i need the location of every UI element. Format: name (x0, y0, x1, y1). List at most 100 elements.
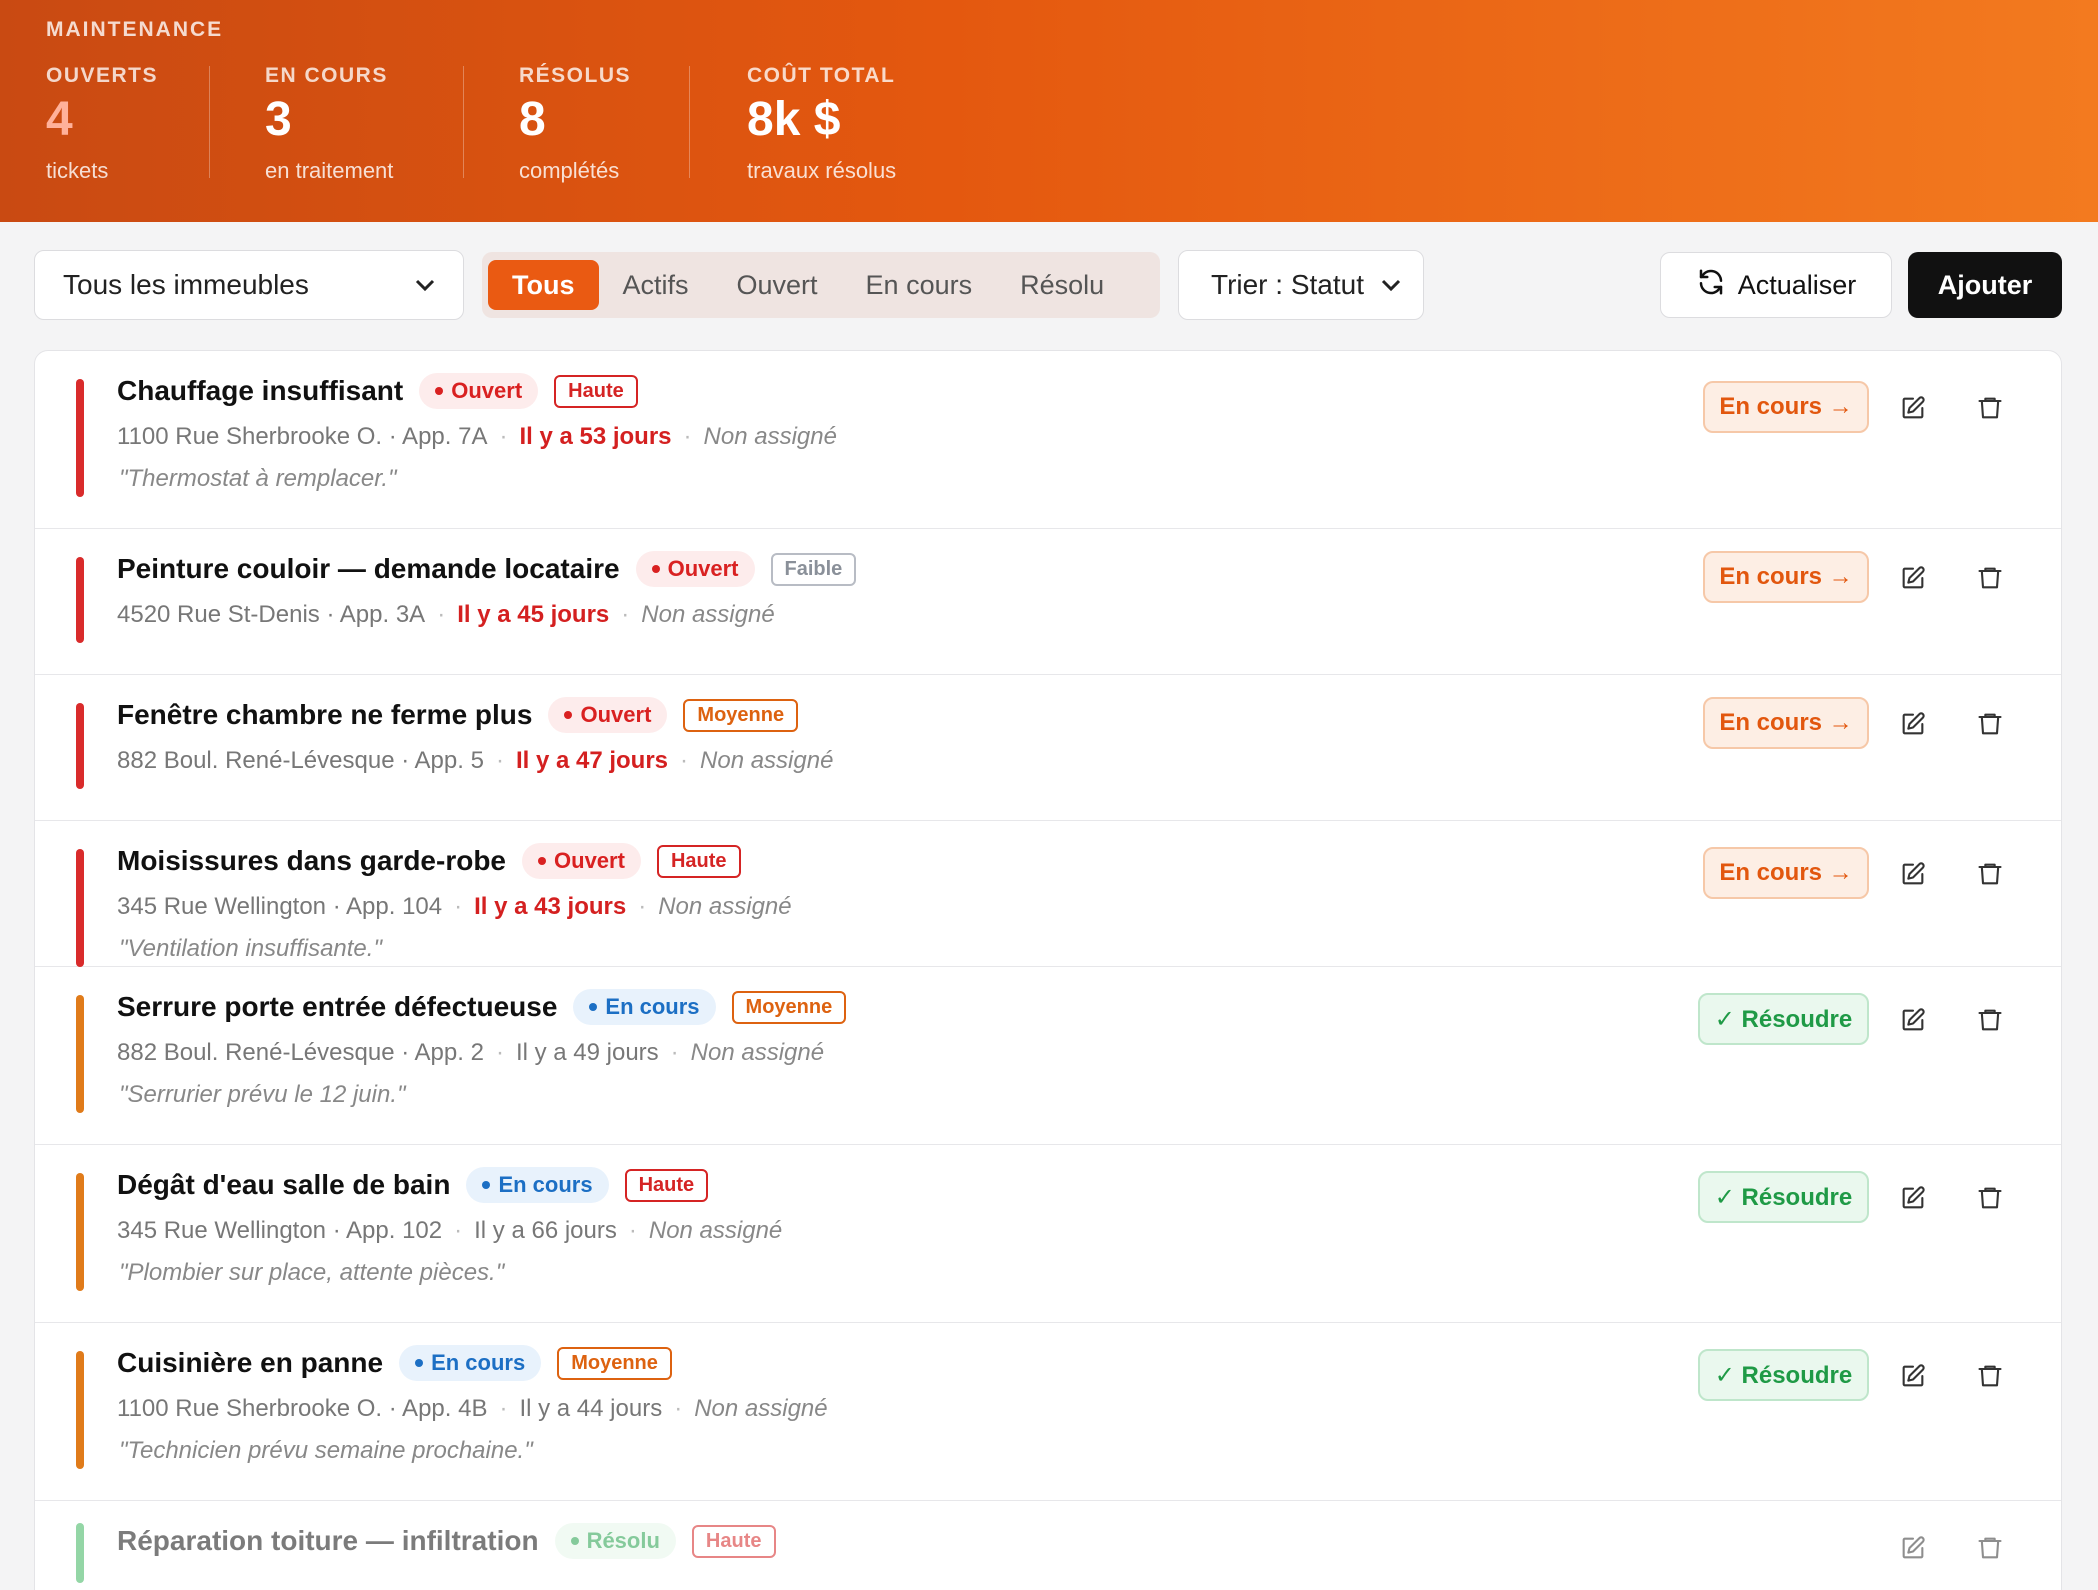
trash-icon[interactable] (1973, 1531, 2007, 1565)
trash-icon[interactable] (1973, 857, 2007, 891)
status-badge: En cours (466, 1167, 609, 1203)
ticket-title-line: Chauffage insuffisant Ouvert Haute (117, 373, 638, 409)
trash-icon[interactable] (1973, 707, 2007, 741)
ticket-title: Fenêtre chambre ne ferme plus (117, 699, 533, 730)
start-progress-button[interactable]: En cours → (1703, 697, 1869, 749)
tab-en-cours[interactable]: En cours (842, 260, 997, 310)
priority-badge: Haute (656, 844, 741, 878)
meta-separator: · (437, 601, 446, 628)
status-color-bar (76, 995, 84, 1113)
trash-icon[interactable] (1973, 561, 2007, 595)
status-tabs: Tous Actifs Ouvert En cours Résolu (482, 252, 1160, 318)
ticket-title-line: Réparation toiture — infiltration Résolu… (117, 1523, 776, 1559)
ticket-meta: 1100 Rue Sherbrooke O. · App. 7A · Il y … (117, 423, 837, 451)
meta-separator: · (674, 1395, 683, 1422)
ticket-note: "Thermostat à remplacer." (119, 465, 397, 492)
ticket-assignee: Non assigné (658, 893, 792, 920)
ticket-title: Cuisinière en panne (117, 1347, 384, 1378)
status-badge: Ouvert (548, 697, 668, 733)
trash-icon[interactable] (1973, 1359, 2007, 1393)
ticket-row[interactable]: Dégât d'eau salle de bain En cours Haute… (35, 1145, 2061, 1323)
ticket-title: Serrure porte entrée défectueuse (117, 991, 558, 1022)
stat-value: 4 (46, 93, 73, 146)
edit-icon[interactable] (1896, 561, 1930, 595)
stat-value: 8k $ (747, 93, 841, 146)
stat-label: COÛT TOTAL (747, 64, 896, 87)
status-dot-icon (435, 387, 444, 395)
ticket-assignee: Non assigné (703, 423, 837, 450)
meta-separator: · (683, 423, 692, 450)
status-dot-icon (589, 1003, 598, 1011)
trash-icon[interactable] (1973, 1181, 2007, 1215)
stat-sub: travaux résolus (747, 158, 897, 183)
edit-icon[interactable] (1896, 857, 1930, 891)
tab-ouvert[interactable]: Ouvert (713, 260, 842, 310)
status-badge: En cours (573, 989, 716, 1025)
ticket-address: 345 Rue Wellington · App. 104 (117, 893, 443, 920)
status-badge-label: Ouvert (554, 848, 625, 873)
status-badge-label: En cours (605, 994, 700, 1019)
ticket-assignee: Non assigné (641, 601, 775, 628)
edit-icon[interactable] (1896, 391, 1930, 425)
tab-actifs[interactable]: Actifs (599, 260, 713, 310)
ticket-row[interactable]: Chauffage insuffisant Ouvert Haute 1100 … (35, 351, 2061, 529)
meta-separator: · (621, 601, 630, 628)
refresh-button[interactable]: Actualiser (1660, 252, 1892, 318)
tab-tous[interactable]: Tous (488, 260, 599, 310)
ticket-age: Il y a 66 jours (474, 1217, 617, 1244)
status-badge: En cours (399, 1345, 542, 1381)
ticket-age: Il y a 49 jours (515, 1039, 659, 1066)
add-button[interactable]: Ajouter (1908, 252, 2062, 318)
ticket-row[interactable]: Fenêtre chambre ne ferme plus Ouvert Moy… (35, 675, 2061, 821)
ticket-meta: 345 Rue Wellington · App. 102 · Il y a 6… (117, 1217, 782, 1245)
ticket-title: Réparation toiture — infiltration (117, 1525, 539, 1556)
resolve-button[interactable]: ✓ Résoudre (1698, 1171, 1869, 1223)
ticket-list: Chauffage insuffisant Ouvert Haute 1100 … (34, 350, 2062, 1590)
resolve-button[interactable]: ✓ Résoudre (1698, 1349, 1869, 1401)
ticket-row[interactable]: Peinture couloir — demande locataire Ouv… (35, 529, 2061, 675)
ticket-title: Dégât d'eau salle de bain (117, 1169, 451, 1200)
edit-icon[interactable] (1896, 1003, 1930, 1037)
edit-icon[interactable] (1896, 1359, 1930, 1393)
start-progress-button[interactable]: En cours → (1703, 551, 1869, 603)
stat-sub: complétés (519, 158, 620, 183)
sort-select[interactable]: Trier : Statut (1178, 250, 1424, 320)
status-color-bar (76, 1351, 84, 1469)
start-progress-button[interactable]: En cours → (1703, 847, 1869, 899)
stats-header: MAINTENANCE OUVERTS 4 tickets EN COURS 3… (0, 0, 2098, 222)
meta-separator: · (499, 423, 508, 450)
refresh-label: Actualiser (1737, 269, 1857, 300)
stat-open: OUVERTS 4 tickets (46, 64, 158, 184)
trash-icon[interactable] (1973, 1003, 2007, 1037)
ticket-address: 1100 Rue Sherbrooke O. · App. 7A (117, 423, 488, 450)
ticket-address: 882 Boul. René-Lévesque · App. 5 (117, 747, 484, 774)
ticket-row[interactable]: Cuisinière en panne En cours Moyenne 110… (35, 1323, 2061, 1501)
ticket-age: Il y a 47 jours (515, 747, 669, 774)
status-dot-icon (570, 1537, 579, 1545)
resolve-button[interactable]: ✓ Résoudre (1698, 993, 1869, 1045)
tab-resolu[interactable]: Résolu (996, 260, 1128, 310)
ticket-row[interactable]: Moisissures dans garde-robe Ouvert Haute… (35, 821, 2061, 967)
stat-label: OUVERTS (46, 64, 159, 87)
status-badge: Ouvert (635, 551, 755, 587)
status-badge-label: Ouvert (580, 702, 652, 727)
edit-icon[interactable] (1896, 1181, 1930, 1215)
stat-in-progress: EN COURS 3 en traitement (265, 64, 393, 184)
meta-separator: · (680, 747, 689, 774)
stat-resolved: RÉSOLUS 8 complétés (519, 64, 631, 184)
ticket-note: "Serrurier prévu le 12 juin." (119, 1081, 406, 1108)
trash-icon[interactable] (1973, 391, 2007, 425)
ticket-row[interactable]: Serrure porte entrée défectueuse En cour… (35, 967, 2061, 1145)
meta-separator: · (499, 1395, 508, 1422)
ticket-assignee: Non assigné (700, 747, 834, 774)
ticket-note: "Plombier sur place, attente pièces." (119, 1259, 505, 1286)
ticket-meta: 882 Boul. René-Lévesque · App. 2 · Il y … (117, 1039, 824, 1067)
status-dot-icon (415, 1359, 424, 1367)
ticket-meta: 4520 Rue St-Denis · App. 3A · Il y a 45 … (117, 601, 775, 629)
stat-divider (689, 66, 690, 178)
building-filter-select[interactable]: Tous les immeubles (34, 250, 464, 320)
ticket-row[interactable]: Réparation toiture — infiltration Résolu… (35, 1501, 2061, 1590)
edit-icon[interactable] (1896, 707, 1930, 741)
start-progress-button[interactable]: En cours → (1703, 381, 1869, 433)
edit-icon[interactable] (1896, 1531, 1930, 1565)
